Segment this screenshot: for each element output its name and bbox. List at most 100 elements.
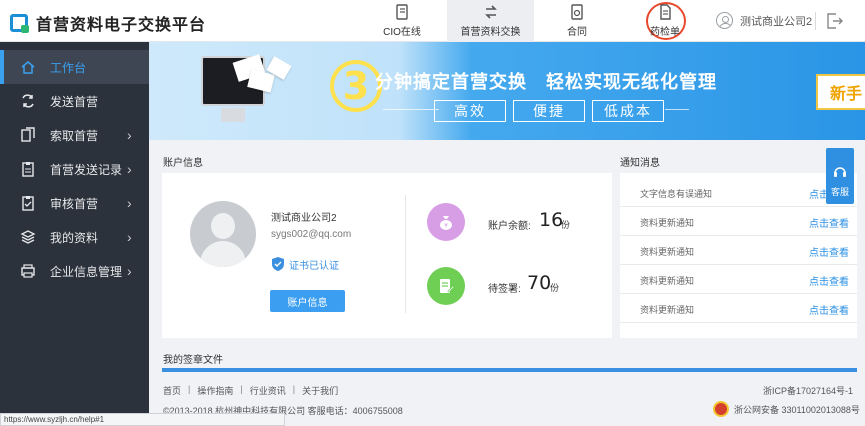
user-name: 测试商业公司2 — [740, 15, 813, 28]
headset-icon — [834, 167, 846, 177]
logo-mark-icon — [10, 14, 29, 33]
footer-link-about[interactable]: 关于我们 — [302, 384, 338, 397]
balance-value: 16 — [539, 209, 564, 231]
sidebar-item-my-documents[interactable]: 我的资料 › — [0, 220, 149, 254]
clipboard-check-icon — [22, 196, 34, 211]
footer-separator: | — [240, 384, 243, 394]
book-icon — [396, 4, 408, 20]
footer-link-news[interactable]: 行业资讯 — [250, 384, 286, 397]
notice-item: 资料更新通知 点击查看 — [620, 236, 857, 265]
cert-status: 证书已认证 — [271, 256, 339, 272]
promo-banner[interactable]: 3 分钟搞定首营交换 轻松实现无纸化管理 高效 便捷 低成本 新手 — [149, 42, 865, 140]
notice-card: 文字信息有误通知 点击查看 资料更新通知 点击查看 资料更新通知 点击查看 资料… — [620, 173, 857, 338]
nav-contract-label: 合同 — [567, 27, 587, 38]
banner-headline: 分钟搞定首营交换 轻松实现无纸化管理 — [375, 72, 717, 92]
police-record[interactable]: 浙公网安备 33011002013088号 — [713, 401, 860, 417]
cert-status-label: 证书已认证 — [289, 260, 339, 272]
newbie-button[interactable]: 新手 — [816, 74, 865, 110]
chevron-right-icon: › — [127, 127, 132, 143]
sidebar-item-label: 索取首营 — [50, 128, 99, 143]
user-avatar-icon — [716, 12, 733, 29]
document-icon — [660, 4, 671, 20]
nav-drug-report[interactable]: 药检单 — [640, 0, 690, 42]
banner-line — [665, 109, 689, 110]
nav-exchange[interactable]: 首营资料交换 — [447, 0, 534, 42]
notice-text: 资料更新通知 — [640, 218, 695, 228]
banner-tag: 低成本 — [592, 100, 664, 122]
top-bar: 首营资料电子交换平台 CIO在线 首营资料交换 合同 药检单 测试商业公司2 — [0, 0, 865, 42]
contract-icon — [571, 4, 583, 20]
nav-contract[interactable]: 合同 — [548, 0, 606, 42]
sidebar: 工作台 发送首营 索取首营 › 首营发送记录 › 审核首营 › 我的资料 › 企… — [0, 42, 149, 426]
sidebar-item-label: 发送首营 — [50, 94, 99, 109]
notice-text: 资料更新通知 — [640, 247, 695, 257]
notice-view-link[interactable]: 点击查看 — [809, 302, 849, 317]
pending-icon-wrap — [427, 267, 465, 305]
notice-view-link[interactable]: 点击查看 — [809, 273, 849, 288]
notice-section-title: 通知消息 — [620, 158, 660, 169]
chevron-right-icon: › — [127, 229, 132, 245]
layers-icon — [20, 230, 36, 244]
sidebar-item-label: 我的资料 — [50, 230, 99, 245]
notice-view-link[interactable]: 点击查看 — [809, 244, 849, 259]
sidebar-item-company-info[interactable]: 企业信息管理 › — [0, 254, 149, 288]
pending-label: 待签署: — [488, 284, 521, 295]
chevron-right-icon: › — [127, 161, 132, 177]
footer-separator: | — [188, 384, 191, 394]
topbar-divider — [815, 12, 816, 30]
nav-cio-label: CIO在线 — [383, 27, 421, 38]
user-menu[interactable]: 测试商业公司2 — [716, 12, 812, 29]
customer-service-label: 客服 — [830, 187, 849, 197]
sidebar-item-label: 首营发送记录 — [50, 162, 123, 177]
avatar — [190, 201, 256, 267]
sidebar-item-send[interactable]: 发送首营 — [0, 84, 149, 118]
banner-line — [383, 109, 439, 110]
notice-text: 文字信息有误通知 — [640, 189, 713, 199]
notice-item: 资料更新通知 点击查看 — [620, 294, 857, 323]
home-icon — [21, 61, 35, 74]
logout-icon[interactable] — [826, 12, 844, 30]
money-bag-icon: ¥ — [440, 216, 452, 230]
company-name: 测试商业公司2 — [271, 213, 337, 224]
browser-status-bar: https://www.syzljh.cn/help#1 — [0, 413, 285, 426]
balance-label: 账户余额: — [488, 221, 531, 232]
sidebar-item-label: 审核首营 — [50, 196, 99, 211]
customer-service-button[interactable]: 客服 — [826, 148, 854, 204]
sidebar-item-request[interactable]: 索取首营 › — [0, 118, 149, 152]
signed-files-table-header — [162, 368, 857, 372]
clipboard-icon — [22, 162, 34, 177]
app-logo[interactable]: 首营资料电子交换平台 — [10, 11, 206, 35]
signed-files-title: 我的签章文件 — [163, 355, 223, 366]
send-icon — [22, 94, 34, 108]
chevron-right-icon: › — [127, 263, 132, 279]
svg-text:¥: ¥ — [444, 223, 448, 230]
footer-link-home[interactable]: 首页 — [163, 384, 181, 397]
notice-item: 资料更新通知 点击查看 — [620, 207, 857, 236]
sidebar-item-review[interactable]: 审核首营 › — [0, 186, 149, 220]
document-edit-icon — [440, 279, 455, 293]
sidebar-item-label: 工作台 — [50, 60, 87, 75]
card-divider — [405, 195, 406, 313]
nav-exchange-label: 首营资料交换 — [460, 27, 521, 38]
sidebar-item-dashboard[interactable]: 工作台 — [0, 50, 149, 84]
nav-cio[interactable]: CIO在线 — [373, 0, 431, 42]
account-email: sygs002@qq.com — [271, 229, 352, 240]
sidebar-item-send-records[interactable]: 首营发送记录 › — [0, 152, 149, 186]
shield-check-icon — [272, 257, 284, 271]
exchange-icon — [484, 5, 497, 19]
sidebar-item-label: 企业信息管理 — [50, 264, 123, 279]
balance-unit: 份 — [561, 220, 571, 230]
police-record-label: 浙公网安备 33011002013088号 — [734, 404, 860, 415]
police-badge-icon — [713, 401, 729, 417]
pending-value: 70 — [527, 272, 552, 294]
footer-links: 首页 | 操作指南 | 行业资讯 | 关于我们 — [163, 384, 338, 397]
account-section-title: 账户信息 — [163, 158, 203, 169]
account-info-button[interactable]: 账户信息 — [270, 290, 345, 312]
banner-tag: 便捷 — [513, 100, 585, 122]
notice-text: 资料更新通知 — [640, 276, 695, 286]
copy-icon — [21, 127, 35, 142]
footer-separator: | — [292, 384, 296, 394]
footer-link-guide[interactable]: 操作指南 — [197, 384, 233, 397]
icp-record[interactable]: 浙ICP备17027164号-1 — [763, 384, 853, 397]
notice-view-link[interactable]: 点击查看 — [809, 215, 849, 230]
